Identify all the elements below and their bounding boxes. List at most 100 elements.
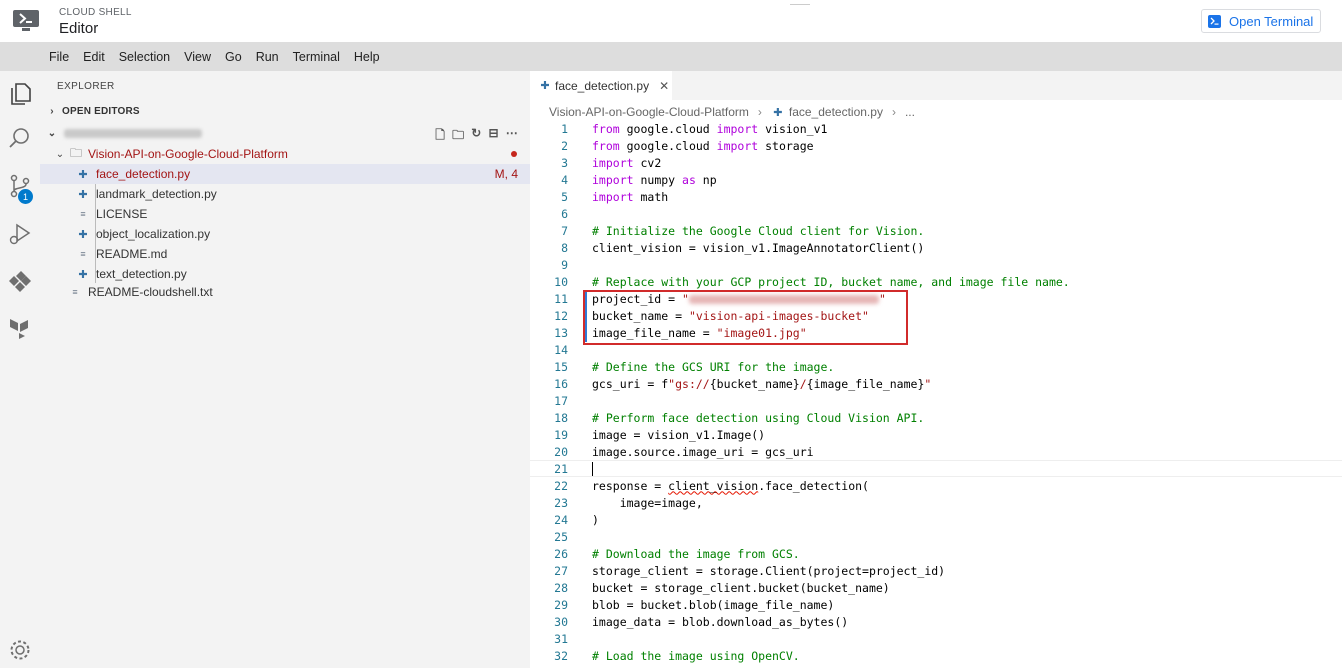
- breadcrumb-file[interactable]: face_detection.py: [789, 105, 883, 119]
- tab-label: face_detection.py: [555, 78, 650, 93]
- file-name: face_detection.py: [96, 167, 191, 181]
- settings-icon[interactable]: [7, 637, 33, 663]
- code-line[interactable]: 21: [530, 460, 1342, 477]
- line-number: 23: [554, 495, 568, 510]
- file-row-landmark-detection[interactable]: ✚ landmark_detection.py: [40, 184, 530, 204]
- menu-help[interactable]: Help: [354, 50, 380, 64]
- code-line[interactable]: 3 import cv2: [530, 154, 1342, 171]
- line-number: 20: [554, 444, 568, 459]
- brand-small-title: CLOUD SHELL: [59, 7, 132, 18]
- chevron-right-icon: ›: [757, 105, 762, 119]
- file-row-license[interactable]: ≡ LICENSE: [40, 204, 530, 224]
- line-number: 8: [561, 240, 568, 255]
- code-line[interactable]: 20 image.source.image_uri = gcs_uri: [530, 443, 1342, 460]
- file-row-object-localization[interactable]: ✚ object_localization.py: [40, 224, 530, 244]
- line-number: 27: [554, 563, 568, 578]
- code-line[interactable]: 23 image=image,: [530, 494, 1342, 511]
- code-line[interactable]: 26 # Download the image from GCS.: [530, 545, 1342, 562]
- code-line[interactable]: 7 # Initialize the Google Cloud client fo…: [530, 222, 1342, 239]
- code-line[interactable]: 17: [530, 392, 1342, 409]
- code-line[interactable]: 28 bucket = storage_client.bucket(bucket_…: [530, 579, 1342, 596]
- menu-selection[interactable]: Selection: [119, 50, 170, 64]
- chevron-down-icon: ⌄: [55, 148, 65, 160]
- file-name: landmark_detection.py: [96, 187, 217, 201]
- close-icon[interactable]: ✕: [659, 79, 669, 93]
- code-line[interactable]: 18 # Perform face detection using Cloud V…: [530, 409, 1342, 426]
- search-icon[interactable]: [7, 125, 33, 151]
- code-line[interactable]: 10 # Replace with your GCP project ID, bu…: [530, 273, 1342, 290]
- code-line[interactable]: 8 client_vision = vision_v1.ImageAnnotato…: [530, 239, 1342, 256]
- chevron-right-icon: ›: [50, 105, 54, 117]
- drag-handle[interactable]: [790, 4, 810, 6]
- file-row-face-detection[interactable]: ✚ face_detection.py M, 4: [40, 164, 530, 184]
- code-line[interactable]: 27 storage_client = storage.Client(projec…: [530, 562, 1342, 579]
- code-line[interactable]: 2 from google.cloud import storage: [530, 137, 1342, 154]
- code-line[interactable]: 29 blob = bucket.blob(image_file_name): [530, 596, 1342, 613]
- code-line[interactable]: 24): [530, 511, 1342, 528]
- line-content: import math: [592, 189, 669, 204]
- code-line[interactable]: 25: [530, 528, 1342, 545]
- open-editors-label: OPEN EDITORS: [62, 105, 140, 117]
- code-line[interactable]: 30 image_data = blob.download_as_bytes(): [530, 613, 1342, 630]
- folder-row[interactable]: ⌄ 🗀 Vision-API-on-Google-Cloud-Platform: [40, 144, 530, 164]
- breadcrumb-folder[interactable]: Vision-API-on-Google-Cloud-Platform: [549, 105, 749, 119]
- line-number: 25: [554, 529, 568, 544]
- menu-terminal[interactable]: Terminal: [293, 50, 340, 64]
- tab-face-detection[interactable]: ✚ face_detection.py ✕: [530, 71, 672, 100]
- line-number: 7: [561, 223, 568, 238]
- run-debug-icon[interactable]: [7, 221, 33, 247]
- code-line[interactable]: 31: [530, 630, 1342, 647]
- menu-view[interactable]: View: [184, 50, 211, 64]
- line-number: 17: [554, 393, 568, 408]
- file-row-readme[interactable]: ≡ README.md: [40, 244, 530, 264]
- menu-edit[interactable]: Edit: [83, 50, 105, 64]
- breadcrumb: Vision-API-on-Google-Cloud-Platform › ✚ …: [549, 103, 915, 121]
- extensions-icon[interactable]: [7, 268, 33, 294]
- line-number: 11: [554, 291, 568, 306]
- python-file-icon: ✚: [78, 168, 88, 181]
- python-file-icon: ✚: [78, 268, 88, 281]
- line-number: 5: [561, 189, 568, 204]
- menu-run[interactable]: Run: [256, 50, 279, 64]
- menu-go[interactable]: Go: [225, 50, 242, 64]
- line-content: client_vision = vision_v1.ImageAnnotator…: [592, 240, 925, 255]
- code-line[interactable]: 1 from google.cloud import vision_v1: [530, 120, 1342, 137]
- code-line[interactable]: 6: [530, 205, 1342, 222]
- breadcrumb-more[interactable]: ...: [905, 105, 915, 119]
- code-line[interactable]: 19 image = vision_v1.Image(): [530, 426, 1342, 443]
- code-line[interactable]: 9: [530, 256, 1342, 273]
- line-number: 30: [554, 614, 568, 629]
- line-content: [592, 461, 593, 476]
- code-line[interactable]: 15 # Define the GCS URI for the image.: [530, 358, 1342, 375]
- file-row-readme-cloudshell[interactable]: ≡ README-cloudshell.txt: [40, 282, 530, 302]
- highlight-annotation-box: [583, 290, 908, 345]
- open-editors-section[interactable]: › OPEN EDITORS: [40, 101, 530, 121]
- code-line[interactable]: 4 import numpy as np: [530, 171, 1342, 188]
- line-number: 6: [561, 206, 568, 221]
- line-number: 21: [554, 461, 568, 476]
- line-content: storage_client = storage.Client(project=…: [592, 563, 946, 578]
- line-number: 9: [561, 257, 568, 272]
- line-content: # Replace with your GCP project ID, buck…: [592, 274, 1070, 289]
- line-number: 32: [554, 648, 568, 663]
- open-terminal-button[interactable]: Open Terminal: [1201, 9, 1321, 33]
- chevron-down-icon: ⌄: [47, 127, 57, 139]
- code-line[interactable]: 5 import math: [530, 188, 1342, 205]
- line-number: 13: [554, 325, 568, 340]
- code-line[interactable]: 22 response = client_vision.face_detectio…: [530, 477, 1342, 494]
- line-number: 19: [554, 427, 568, 442]
- open-terminal-label: Open Terminal: [1229, 13, 1314, 29]
- text-file-icon: ≡: [72, 287, 78, 297]
- line-content: # Perform face detection using Cloud Vis…: [592, 410, 925, 425]
- folder-name: Vision-API-on-Google-Cloud-Platform: [88, 147, 288, 161]
- code-line[interactable]: 16 gcs_uri = f"gs://{bucket_name}/{image_…: [530, 375, 1342, 392]
- code-line[interactable]: 32 # Load the image using OpenCV.: [530, 647, 1342, 664]
- terraform-icon[interactable]: [7, 315, 33, 341]
- files-icon[interactable]: [7, 81, 33, 107]
- file-row-text-detection[interactable]: ✚ text_detection.py: [40, 264, 530, 284]
- workspace-section[interactable]: ⌄ 🗋 🗀 ↻ ⊟ ⋯: [40, 123, 530, 143]
- line-number: 15: [554, 359, 568, 374]
- line-content: bucket = storage_client.bucket(bucket_na…: [592, 580, 890, 595]
- menu-file[interactable]: File: [49, 50, 69, 64]
- python-file-icon: ✚: [78, 188, 88, 201]
